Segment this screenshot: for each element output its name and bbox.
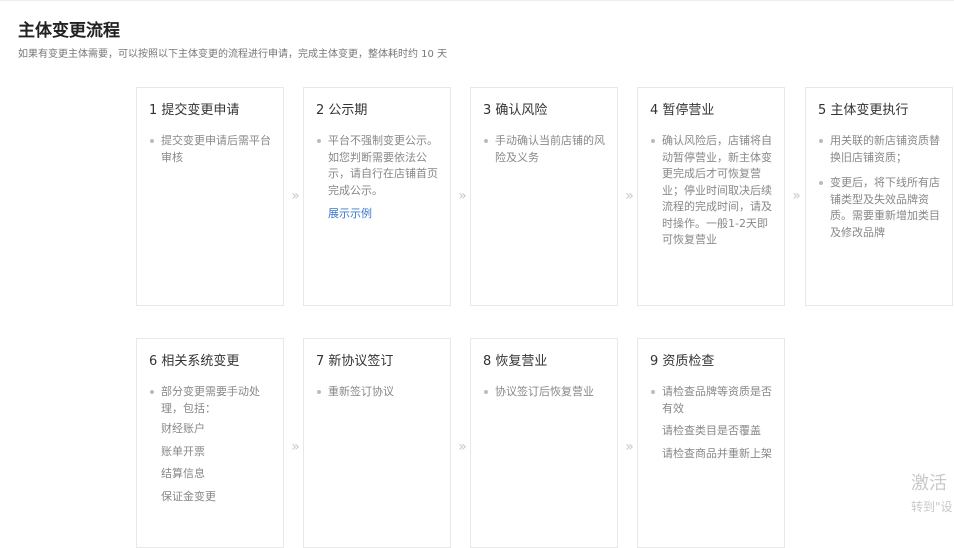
step-bullet: 变更后，将下线所有店铺类型及失效品牌资质。需要重新增加类目及修改品牌 xyxy=(818,175,940,241)
system-list: 财经账户 账单开票 结算信息 保证金变更 xyxy=(149,421,271,505)
step-title: 2 公示期 xyxy=(316,103,368,118)
chevron-right-icon: » xyxy=(458,439,467,455)
step-card-3: 3 确认风险 手动确认当前店铺的风险及义务 xyxy=(470,87,618,306)
step-card-7: 7 新协议签订 重新签订协议 xyxy=(303,338,451,548)
step-title: 8 恢复营业 xyxy=(483,354,548,369)
step-title: 3 确认风险 xyxy=(483,103,548,118)
chevron-right-icon: » xyxy=(625,439,634,455)
list-item: 财经账户 xyxy=(161,422,205,435)
step-title: 5 主体变更执行 xyxy=(818,103,909,118)
step-card-1: 1 提交变更申请 提交变更申请后需平台审核 xyxy=(136,87,284,306)
step-bullet: 请检查品牌等资质是否有效 xyxy=(650,384,772,417)
step-bullet: 手动确认当前店铺的风险及义务 xyxy=(483,133,605,166)
chevron-right-icon: » xyxy=(291,188,300,204)
step-bullet: 部分变更需要手动处理，包括： xyxy=(149,384,271,417)
chevron-right-icon: » xyxy=(458,188,467,204)
chevron-right-icon: » xyxy=(625,188,634,204)
step-title: 6 相关系统变更 xyxy=(149,354,240,369)
list-item: 保证金变更 xyxy=(161,489,216,503)
check-line: 请检查类目是否覆盖 xyxy=(662,424,761,437)
step-card-2: 2 公示期 平台不强制变更公示。如您判断需要依法公示，请自行在店铺首页完成公示。… xyxy=(303,87,451,306)
step-title: 7 新协议签订 xyxy=(316,354,394,369)
step-card-4: 4 暂停营业 确认风险后，店铺将自动暂停营业，新主体变更完成后才可恢复营业；停业… xyxy=(637,87,785,306)
step-card-9: 9 资质检查 请检查品牌等资质是否有效 请检查类目是否覆盖 请检查商品并重新上架 xyxy=(637,338,785,548)
page-subtitle: 如果有变更主体需要，可以按照以下主体变更的流程进行申请，完成主体变更，整体耗时约… xyxy=(18,49,448,60)
step-card-6: 6 相关系统变更 部分变更需要手动处理，包括： 财经账户 账单开票 结算信息 保… xyxy=(136,338,284,548)
chevron-right-icon: » xyxy=(291,439,300,455)
step-bullet: 平台不强制变更公示。如您判断需要依法公示，请自行在店铺首页完成公示。 xyxy=(316,133,438,199)
step-bullet: 用关联的新店铺资质替换旧店铺资质； xyxy=(818,133,940,166)
activation-watermark-hint: 转到"设 xyxy=(911,500,953,514)
list-item: 账单开票 xyxy=(161,444,205,458)
page-title: 主体变更流程 xyxy=(18,21,120,41)
step-card-5: 5 主体变更执行 用关联的新店铺资质替换旧店铺资质； 变更后，将下线所有店铺类型… xyxy=(805,87,953,306)
step-card-8: 8 恢复营业 协议签订后恢复营业 xyxy=(470,338,618,548)
top-divider xyxy=(0,0,954,1)
step-bullet: 确认风险后，店铺将自动暂停营业，新主体变更完成后才可恢复营业；停业时间取决后续流… xyxy=(650,133,772,249)
activation-watermark: 激活 xyxy=(911,473,947,494)
check-line: 请检查商品并重新上架 xyxy=(662,446,772,460)
step-bullet: 协议签订后恢复营业 xyxy=(483,384,605,401)
step-title: 4 暂停营业 xyxy=(650,103,715,118)
step-title: 1 提交变更申请 xyxy=(149,103,240,118)
step-bullet: 重新签订协议 xyxy=(316,384,438,401)
step-title: 9 资质检查 xyxy=(650,354,715,369)
step-bullet: 提交变更申请后需平台审核 xyxy=(149,133,271,166)
chevron-right-icon: » xyxy=(792,188,801,204)
show-example-link[interactable]: 展示示例 xyxy=(316,206,438,222)
list-item: 结算信息 xyxy=(161,467,205,480)
